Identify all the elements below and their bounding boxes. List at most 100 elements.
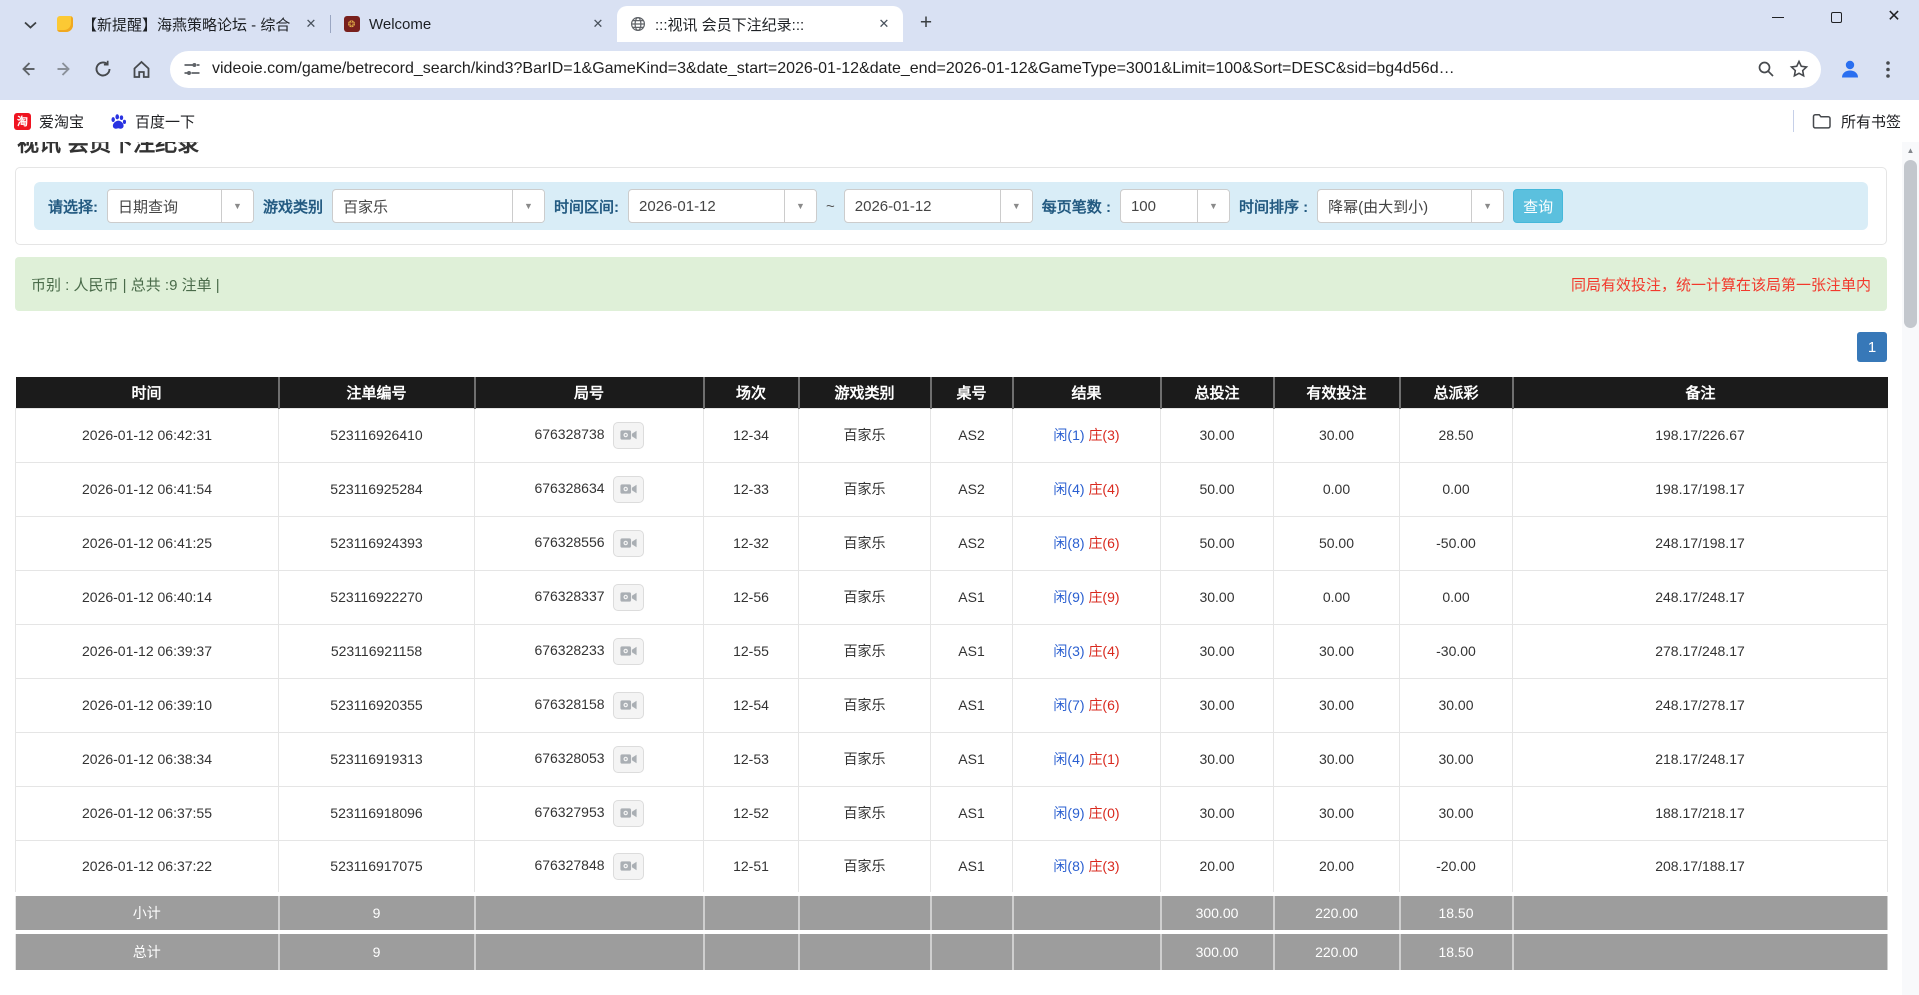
cell-time: 2026-01-12 06:39:10	[16, 678, 279, 732]
tab-welcome[interactable]: ❂ Welcome ✕	[331, 6, 617, 42]
cell-result: 闲(1) 庄(3)	[1013, 408, 1161, 462]
tab-bet-records[interactable]: :::视讯 会员下注纪录::: ✕	[617, 6, 903, 42]
game-type-value: 百家乐	[333, 190, 512, 222]
vertical-scrollbar[interactable]: ▲	[1902, 142, 1919, 995]
maximize-button[interactable]	[1825, 6, 1847, 28]
cell-session: 12-32	[704, 516, 799, 570]
all-bookmarks[interactable]: 所有书签	[1793, 110, 1901, 132]
new-tab-button[interactable]: +	[911, 8, 941, 38]
column-header: 游戏类别	[799, 377, 931, 408]
cell-bet-number: 523116925284	[279, 462, 475, 516]
chevron-down-icon[interactable]: ▼	[512, 190, 544, 222]
column-header: 场次	[704, 377, 799, 408]
globe-icon	[629, 16, 646, 33]
back-icon[interactable]	[10, 52, 44, 86]
tab-close-icon[interactable]: ✕	[302, 15, 320, 33]
tab-close-icon[interactable]: ✕	[589, 15, 607, 33]
cell-session: 12-51	[704, 840, 799, 894]
cell-payout: -20.00	[1400, 840, 1513, 894]
cell-total-bet: 30.00	[1161, 408, 1274, 462]
tab-strip: 【新提醒】海燕策略论坛 - 综合 ✕ ❂ Welcome ✕ :::视讯 会员下…	[0, 0, 1919, 42]
bookmark-baidu[interactable]: 百度一下	[110, 111, 195, 132]
video-replay-button[interactable]	[613, 476, 644, 503]
cell-note: 218.17/248.17	[1513, 732, 1888, 786]
bookmark-taobao[interactable]: 淘 爱淘宝	[14, 111, 84, 132]
game-type-dropdown[interactable]: 百家乐 ▼	[332, 189, 545, 223]
cell-round-number: 676328337	[475, 570, 704, 624]
cell-note: 198.17/226.67	[1513, 408, 1888, 462]
date-start-dropdown[interactable]: 2026-01-12 ▼	[628, 189, 817, 223]
tab-close-icon[interactable]: ✕	[875, 15, 893, 33]
reload-icon[interactable]	[86, 52, 120, 86]
chevron-down-icon[interactable]: ▼	[1197, 190, 1229, 222]
cell-session: 12-33	[704, 462, 799, 516]
round-number: 676328158	[534, 696, 604, 712]
video-replay-button[interactable]	[613, 692, 644, 719]
cell-round-number: 676328634	[475, 462, 704, 516]
cell-game-type: 百家乐	[799, 840, 931, 894]
cell-bet-number: 523116924393	[279, 516, 475, 570]
folder-icon	[1812, 113, 1831, 129]
forward-icon[interactable]	[48, 52, 82, 86]
welcome-favicon-icon: ❂	[343, 16, 360, 33]
summary-cell: 300.00	[1161, 894, 1274, 932]
cell-table-number: AS2	[931, 462, 1013, 516]
chevron-down-icon[interactable]: ▼	[221, 190, 253, 222]
per-page-dropdown[interactable]: 100 ▼	[1120, 189, 1230, 223]
zoom-icon[interactable]	[1757, 60, 1775, 78]
table-row: 2026-01-12 06:42:31523116926410676328738…	[16, 408, 1888, 462]
cell-session: 12-52	[704, 786, 799, 840]
result-banker: 庄(0)	[1088, 805, 1119, 821]
bookmark-star-icon[interactable]	[1789, 59, 1809, 79]
video-replay-button[interactable]	[613, 530, 644, 557]
query-type-value: 日期查询	[108, 190, 221, 222]
summary-cell	[1013, 932, 1161, 970]
page-number-button[interactable]: 1	[1857, 332, 1887, 362]
round-number: 676328053	[534, 750, 604, 766]
video-replay-button[interactable]	[613, 422, 644, 449]
round-number: 676328233	[534, 642, 604, 658]
time-sort-dropdown[interactable]: 降幂(由大到小) ▼	[1317, 189, 1504, 223]
navigation-bar: videoie.com/game/betrecord_search/kind3?…	[0, 42, 1919, 100]
site-info-icon[interactable]	[182, 59, 202, 79]
result-player: 闲(9)	[1053, 805, 1084, 821]
result-player: 闲(8)	[1053, 858, 1084, 874]
scroll-up-icon[interactable]: ▲	[1902, 142, 1919, 158]
chevron-down-icon[interactable]: ▼	[784, 190, 816, 222]
cell-result: 闲(7) 庄(6)	[1013, 678, 1161, 732]
cell-session: 12-53	[704, 732, 799, 786]
summary-cell: 220.00	[1274, 894, 1400, 932]
tab-forum[interactable]: 【新提醒】海燕策略论坛 - 综合 ✕	[44, 6, 330, 42]
cell-table-number: AS1	[931, 840, 1013, 894]
minimize-button[interactable]	[1767, 6, 1789, 28]
result-player: 闲(3)	[1053, 643, 1084, 659]
tab-search-chevron-icon[interactable]	[16, 8, 44, 42]
video-replay-button[interactable]	[613, 638, 644, 665]
cell-total-bet: 50.00	[1161, 462, 1274, 516]
close-button[interactable]: ✕	[1883, 6, 1905, 28]
result-banker: 庄(3)	[1088, 858, 1119, 874]
round-number: 676327848	[534, 857, 604, 873]
query-type-dropdown[interactable]: 日期查询 ▼	[107, 189, 254, 223]
cell-game-type: 百家乐	[799, 516, 931, 570]
video-replay-button[interactable]	[613, 746, 644, 773]
profile-avatar[interactable]	[1833, 52, 1867, 86]
scrollbar-thumb[interactable]	[1904, 160, 1917, 328]
column-header: 总派彩	[1400, 377, 1513, 408]
column-header: 备注	[1513, 377, 1888, 408]
summary-cell	[1513, 932, 1888, 970]
home-icon[interactable]	[124, 52, 158, 86]
date-end-dropdown[interactable]: 2026-01-12 ▼	[844, 189, 1033, 223]
menu-dots-icon[interactable]	[1871, 52, 1905, 86]
search-button[interactable]: 查询	[1513, 189, 1563, 223]
cell-total-bet: 30.00	[1161, 786, 1274, 840]
cell-table-number: AS2	[931, 516, 1013, 570]
result-banker: 庄(6)	[1088, 697, 1119, 713]
video-replay-button[interactable]	[613, 800, 644, 827]
address-bar[interactable]: videoie.com/game/betrecord_search/kind3?…	[170, 51, 1821, 88]
url-text[interactable]: videoie.com/game/betrecord_search/kind3?…	[212, 60, 1747, 78]
chevron-down-icon[interactable]: ▼	[1000, 190, 1032, 222]
chevron-down-icon[interactable]: ▼	[1471, 190, 1503, 222]
video-replay-button[interactable]	[613, 584, 644, 611]
video-replay-button[interactable]	[613, 853, 644, 880]
